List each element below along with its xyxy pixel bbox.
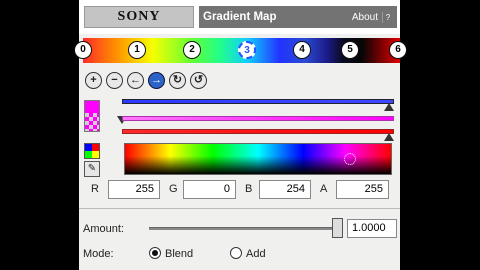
gradient-stop-2[interactable]: 2 [183, 41, 201, 59]
panel-title: Gradient Map [203, 11, 277, 23]
selected-color-swatch [84, 100, 100, 132]
alpha-channel-slider[interactable] [122, 116, 394, 121]
help-icon[interactable]: ? [382, 11, 393, 23]
stop-toolbar: + − ← → ↻ ↺ [85, 72, 207, 89]
about-link[interactable]: About [352, 12, 378, 23]
gradient-strip[interactable]: 0 1 2 3 4 5 6 [74, 38, 407, 63]
swap-left-icon[interactable]: ↻ [169, 72, 186, 89]
picker-cursor[interactable] [344, 153, 356, 165]
remove-stop-icon[interactable]: − [106, 72, 123, 89]
b-field[interactable]: 254 [259, 180, 311, 199]
sony-logo: SONY [84, 6, 194, 28]
next-stop-icon[interactable]: → [148, 72, 165, 89]
add-label[interactable]: Add [246, 248, 266, 260]
gradient-map-panel: SONY Gradient Map About ? 0 1 2 3 4 5 6 … [74, 0, 407, 270]
mode-label: Mode: [83, 248, 114, 260]
amount-label: Amount: [83, 223, 124, 235]
g-label: G [169, 183, 178, 195]
eyedropper-icon[interactable]: ✎ [84, 161, 100, 177]
gradient-stop-6[interactable]: 6 [389, 41, 407, 59]
red-slider-handle[interactable] [384, 133, 394, 141]
red-channel-slider[interactable] [122, 129, 394, 134]
blend-radio[interactable] [149, 247, 161, 259]
r-field[interactable]: 255 [108, 180, 160, 199]
r-label: R [91, 183, 99, 195]
amount-field[interactable]: 1.0000 [347, 219, 397, 238]
g-field[interactable]: 0 [183, 180, 236, 199]
gradient-stop-1[interactable]: 1 [128, 41, 146, 59]
add-stop-icon[interactable]: + [85, 72, 102, 89]
a-field[interactable]: 255 [336, 180, 389, 199]
title-bar: Gradient Map About ? [199, 6, 397, 28]
gradient-stop-0[interactable]: 0 [74, 41, 92, 59]
blend-label[interactable]: Blend [165, 248, 193, 260]
a-label: A [320, 183, 328, 195]
blue-slider-handle[interactable] [384, 103, 394, 111]
rgba-fields: R 255 G 0 B 254 A 255 [89, 180, 399, 200]
amount-slider-thumb[interactable] [332, 218, 343, 238]
add-radio[interactable] [230, 247, 242, 259]
amount-slider-track[interactable] [149, 227, 339, 230]
previous-stop-icon[interactable]: ← [127, 72, 144, 89]
blue-channel-slider[interactable] [122, 99, 394, 104]
color-picker-field[interactable] [124, 143, 392, 175]
palette-icon[interactable] [84, 143, 100, 159]
divider [79, 208, 400, 209]
gradient-stop-4[interactable]: 4 [293, 41, 311, 59]
gradient-stop-5[interactable]: 5 [341, 41, 359, 59]
header: SONY Gradient Map About ? [79, 0, 400, 34]
gradient-stop-3[interactable]: 3 [238, 41, 256, 59]
b-label: B [245, 183, 253, 195]
swap-right-icon[interactable]: ↺ [190, 72, 207, 89]
